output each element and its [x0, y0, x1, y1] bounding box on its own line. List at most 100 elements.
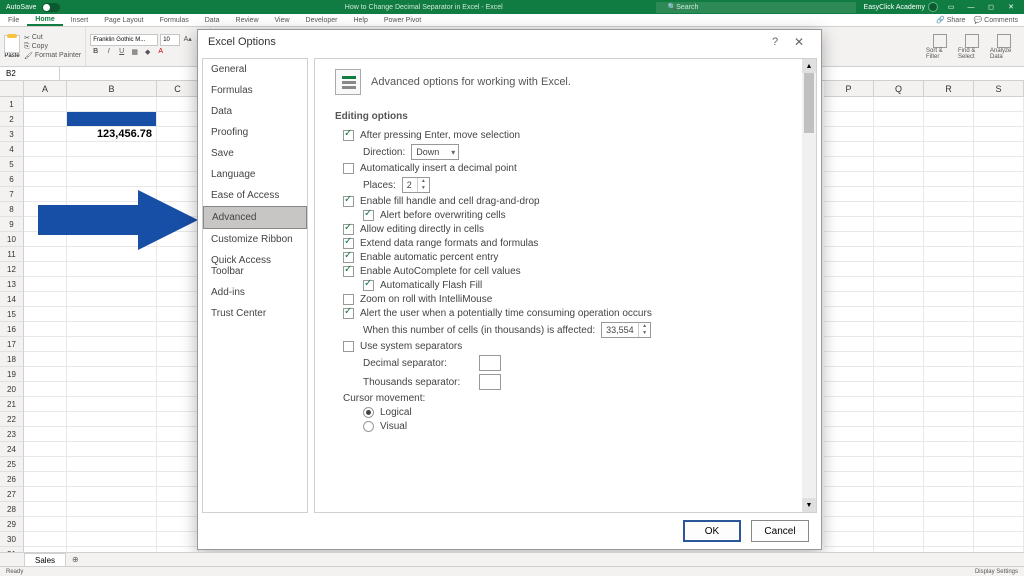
cell[interactable] — [24, 127, 67, 142]
nav-language[interactable]: Language — [203, 164, 307, 185]
cell[interactable] — [974, 322, 1024, 337]
cell[interactable] — [157, 517, 199, 532]
autosave-toggle[interactable] — [42, 3, 60, 12]
cell[interactable] — [974, 277, 1024, 292]
cell[interactable] — [974, 112, 1024, 127]
cell[interactable] — [24, 427, 67, 442]
cell[interactable] — [24, 472, 67, 487]
cell[interactable] — [924, 262, 974, 277]
cell[interactable] — [67, 367, 157, 382]
cell[interactable] — [67, 97, 157, 112]
font-name-select[interactable]: Franklin Gothic M... — [90, 34, 158, 46]
cell[interactable] — [24, 322, 67, 337]
copy-button[interactable]: ⎘ Copy — [24, 43, 81, 51]
row-header-9[interactable]: 9 — [0, 217, 24, 232]
cell[interactable] — [24, 412, 67, 427]
num-cells-spinner[interactable]: ▲▼ — [638, 323, 650, 337]
cell[interactable] — [974, 232, 1024, 247]
cell[interactable] — [874, 427, 924, 442]
cell[interactable] — [67, 487, 157, 502]
cell[interactable] — [874, 112, 924, 127]
analyze-data-button[interactable]: Analyze Data — [990, 34, 1018, 60]
cell[interactable] — [924, 172, 974, 187]
cell[interactable] — [24, 517, 67, 532]
row-header-12[interactable]: 12 — [0, 262, 24, 277]
cell[interactable] — [24, 277, 67, 292]
cell[interactable] — [67, 442, 157, 457]
row-header-21[interactable]: 21 — [0, 397, 24, 412]
cell[interactable] — [157, 97, 199, 112]
nav-quick-access-toolbar[interactable]: Quick Access Toolbar — [203, 250, 307, 282]
chk-zoom-intelli[interactable] — [343, 294, 354, 305]
cell[interactable] — [24, 157, 67, 172]
cell[interactable] — [924, 517, 974, 532]
cell[interactable] — [974, 412, 1024, 427]
cell[interactable] — [824, 262, 874, 277]
cell[interactable] — [824, 442, 874, 457]
row-header-7[interactable]: 7 — [0, 187, 24, 202]
cell[interactable] — [67, 172, 157, 187]
cell[interactable] — [67, 322, 157, 337]
cell[interactable] — [157, 292, 199, 307]
rad-logical[interactable] — [363, 407, 374, 418]
cell[interactable] — [157, 277, 199, 292]
cell[interactable] — [874, 202, 924, 217]
underline-button[interactable]: U — [116, 48, 127, 59]
tab-page-layout[interactable]: Page Layout — [96, 14, 151, 26]
cell[interactable] — [157, 442, 199, 457]
cell[interactable] — [924, 472, 974, 487]
cell[interactable] — [67, 337, 157, 352]
border-button[interactable]: ▦ — [129, 48, 140, 59]
cell[interactable] — [874, 142, 924, 157]
cell[interactable] — [157, 352, 199, 367]
font-size-select[interactable]: 10 — [160, 34, 180, 46]
cell[interactable] — [824, 157, 874, 172]
cut-button[interactable]: ✂ Cut — [24, 34, 81, 42]
cell[interactable] — [824, 187, 874, 202]
cell[interactable] — [974, 532, 1024, 547]
col-header-q[interactable]: Q — [874, 81, 924, 96]
cell[interactable] — [974, 442, 1024, 457]
add-sheet-icon[interactable]: ⊕ — [66, 555, 85, 564]
cell[interactable] — [924, 112, 974, 127]
cell[interactable] — [924, 127, 974, 142]
cell[interactable] — [824, 472, 874, 487]
content-scrollbar[interactable]: ▲ ▼ — [802, 59, 816, 512]
cell[interactable] — [824, 322, 874, 337]
cell[interactable] — [924, 292, 974, 307]
nav-formulas[interactable]: Formulas — [203, 80, 307, 101]
cell[interactable] — [67, 292, 157, 307]
cell[interactable] — [974, 352, 1024, 367]
font-color-button[interactable]: A — [155, 48, 166, 59]
cell[interactable] — [157, 457, 199, 472]
row-header-11[interactable]: 11 — [0, 247, 24, 262]
cell[interactable] — [24, 307, 67, 322]
cell[interactable] — [67, 382, 157, 397]
cell[interactable] — [24, 397, 67, 412]
tab-home[interactable]: Home — [27, 14, 62, 26]
cell[interactable] — [874, 292, 924, 307]
cell[interactable] — [874, 352, 924, 367]
cell[interactable] — [924, 397, 974, 412]
row-header-20[interactable]: 20 — [0, 382, 24, 397]
cell[interactable] — [24, 457, 67, 472]
cell[interactable] — [157, 487, 199, 502]
cell[interactable] — [874, 487, 924, 502]
row-header-22[interactable]: 22 — [0, 412, 24, 427]
cell[interactable] — [67, 307, 157, 322]
cell[interactable] — [824, 457, 874, 472]
chk-alert-time[interactable] — [343, 308, 354, 319]
cell[interactable] — [974, 142, 1024, 157]
chk-autocomplete[interactable] — [343, 266, 354, 277]
increase-font-icon[interactable]: A▴ — [182, 35, 193, 46]
rad-visual[interactable] — [363, 421, 374, 432]
cell[interactable] — [67, 142, 157, 157]
row-header-28[interactable]: 28 — [0, 502, 24, 517]
cell[interactable] — [874, 172, 924, 187]
cell[interactable] — [924, 442, 974, 457]
cell[interactable] — [874, 127, 924, 142]
maximize-icon[interactable]: ◻ — [984, 3, 998, 11]
tab-developer[interactable]: Developer — [298, 14, 346, 26]
cell[interactable] — [157, 307, 199, 322]
tab-help[interactable]: Help — [345, 14, 375, 26]
